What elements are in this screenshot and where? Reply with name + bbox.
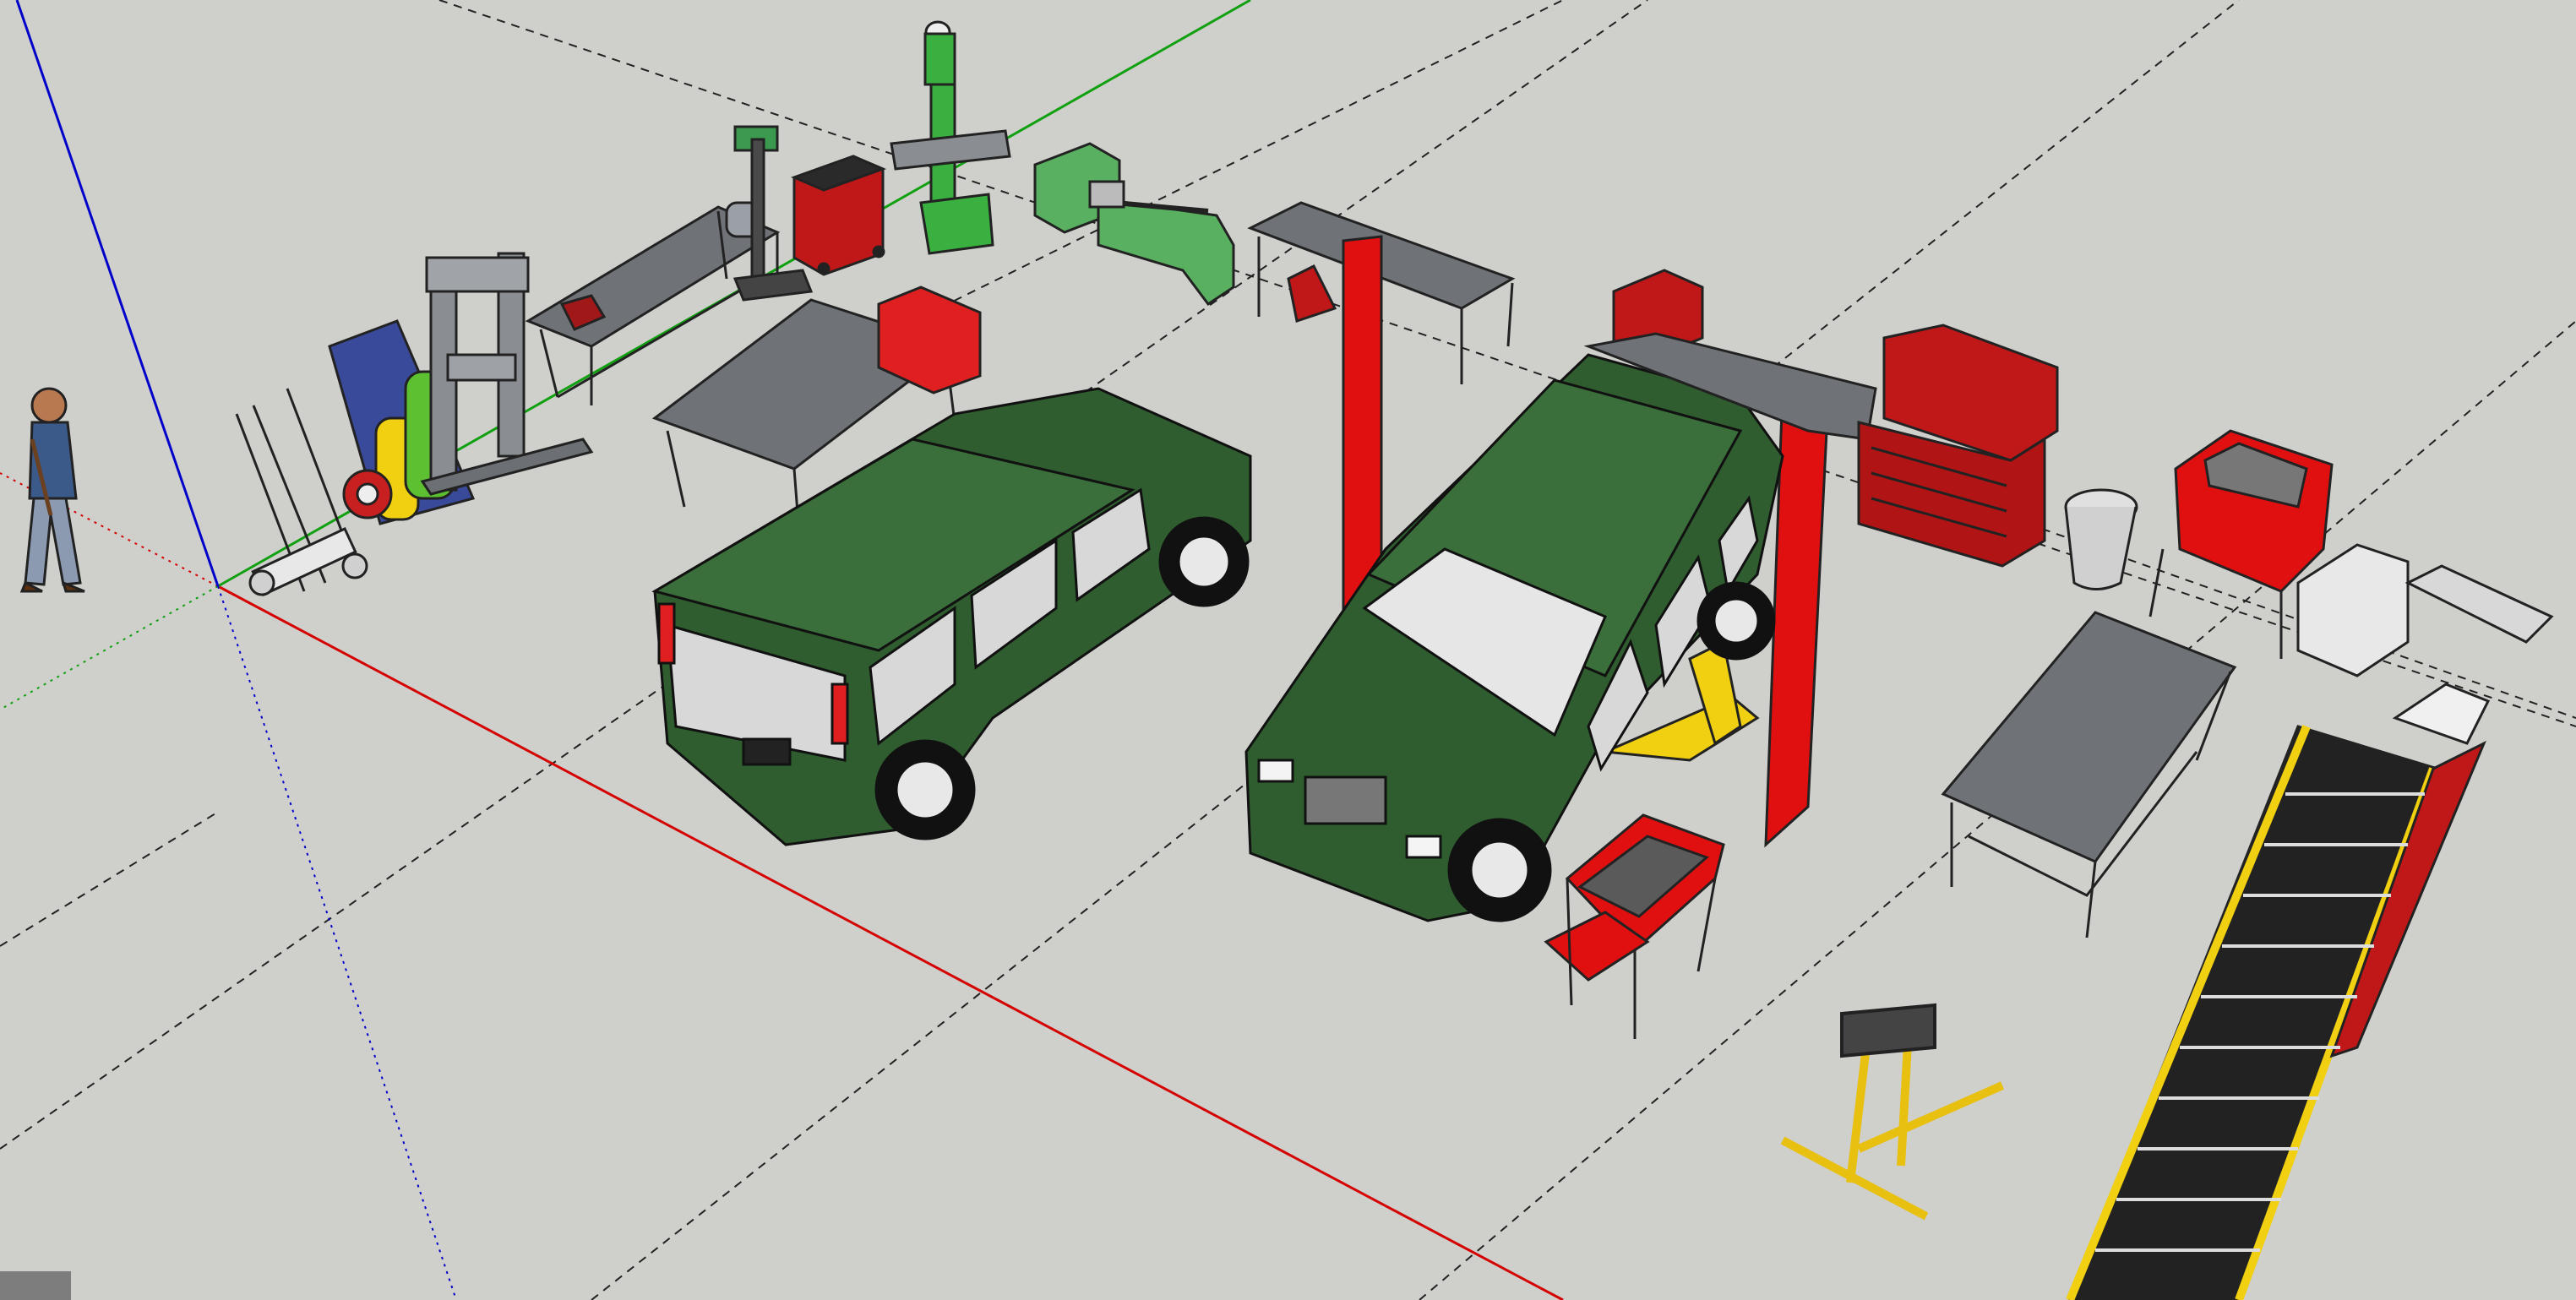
corner-tab[interactable] xyxy=(0,1271,71,1300)
cabinet-icon[interactable] xyxy=(790,155,887,276)
model-viewport[interactable] xyxy=(0,0,2576,1300)
